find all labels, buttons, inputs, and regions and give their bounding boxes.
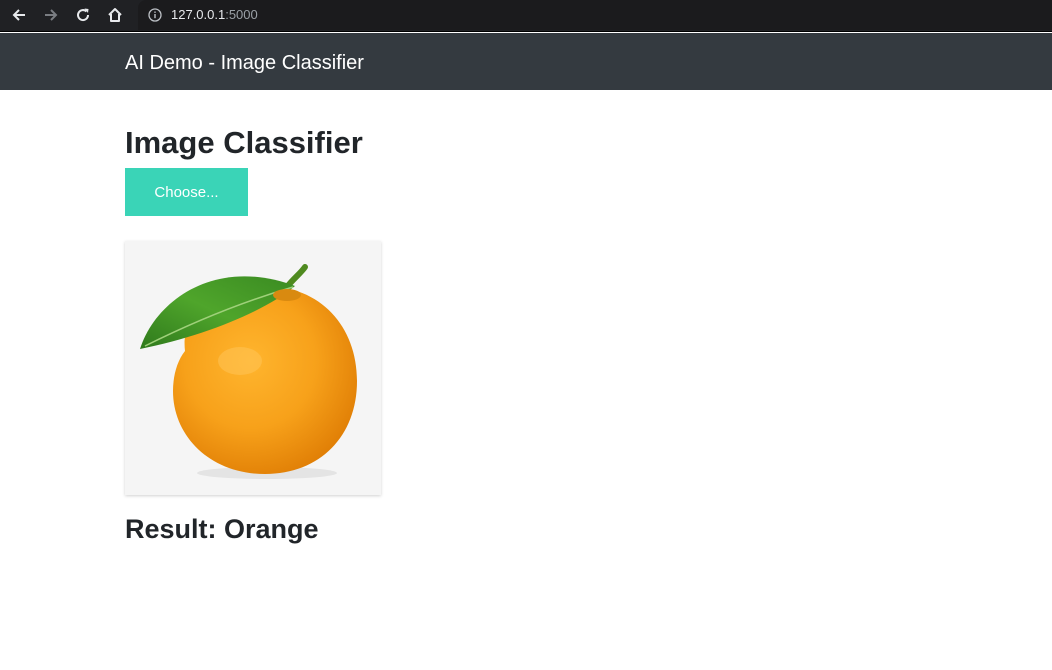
url-host: 127.0.0.1 — [171, 7, 226, 22]
navbar-brand[interactable]: AI Demo - Image Classifier — [125, 52, 364, 74]
browser-toolbar: 127.0.0.1:5000 — [0, 0, 1052, 32]
classification-result: Result: Orange — [125, 514, 319, 544]
url-text[interactable]: 127.0.0.1:5000 — [171, 7, 258, 23]
orange-image — [140, 264, 357, 479]
address-bar[interactable]: 127.0.0.1:5000 — [138, 0, 1052, 30]
navbar: AI Demo - Image Classifier — [0, 33, 1052, 90]
uploaded-image-preview — [125, 241, 381, 495]
back-icon[interactable] — [7, 4, 31, 26]
reload-icon[interactable] — [71, 4, 95, 26]
address-bar-background — [138, 0, 1052, 30]
choose-file-button[interactable]: Choose... — [125, 168, 248, 216]
home-icon[interactable] — [103, 4, 127, 26]
site-info-icon[interactable] — [148, 8, 162, 22]
page-title: Image Classifier — [125, 125, 363, 160]
url-port: :5000 — [225, 7, 258, 22]
forward-icon[interactable] — [39, 4, 63, 26]
